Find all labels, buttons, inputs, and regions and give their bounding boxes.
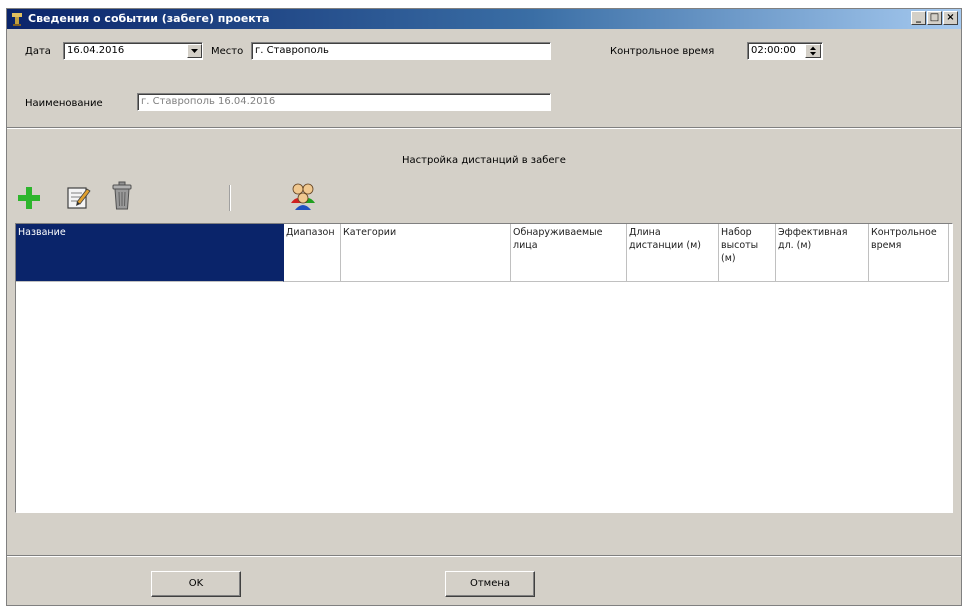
column-header-range[interactable]: Диапазон (284, 224, 341, 282)
column-header-control-time[interactable]: Контрольное время (869, 224, 949, 282)
event-details-window: Сведения о событии (забеге) проекта _ □ … (6, 8, 962, 606)
control-time-spinner[interactable] (805, 44, 821, 58)
toolbar-separator (229, 185, 231, 211)
participants-icon[interactable] (289, 181, 317, 211)
column-header-categories[interactable]: Категории (341, 224, 511, 282)
chevron-down-icon (191, 49, 198, 53)
maximize-button[interactable]: □ (927, 11, 942, 25)
place-input[interactable]: г. Ставрополь (251, 42, 551, 60)
column-header-elevation-gain[interactable]: Набор высоты (м) (719, 224, 776, 282)
bottom-divider (7, 555, 961, 557)
app-icon (12, 13, 22, 26)
column-header-distance-length[interactable]: Длина дистанции (м) (627, 224, 719, 282)
spinner-arrows-icon (810, 46, 816, 56)
distances-grid[interactable]: Название Диапазон Категории Обнаруживаем… (15, 223, 953, 513)
date-dropdown-button[interactable] (187, 44, 202, 58)
divider (7, 127, 961, 129)
column-header-name[interactable]: Название (16, 224, 284, 282)
control-time-value: 02:00:00 (751, 45, 796, 56)
window-title: Сведения о событии (забеге) проекта (28, 12, 270, 25)
date-label: Дата (25, 46, 51, 57)
column-header-detected-persons[interactable]: Обнаруживаемые лица (511, 224, 627, 282)
column-header-effective-length[interactable]: Эффективная дл. (м) (776, 224, 869, 282)
place-label: Место (211, 46, 244, 57)
add-icon[interactable] (16, 185, 42, 211)
section-title: Настройка дистанций в забеге (402, 155, 566, 166)
control-time-label: Контрольное время (610, 46, 715, 57)
edit-icon[interactable] (65, 183, 91, 211)
ok-button[interactable]: OK (151, 571, 241, 597)
date-value: 16.04.2016 (67, 45, 125, 56)
name-label: Наименование (25, 98, 103, 109)
close-button[interactable]: × (943, 11, 958, 25)
name-input: г. Ставрополь 16.04.2016 (137, 93, 551, 111)
cancel-button[interactable]: Отмена (445, 571, 535, 597)
date-field[interactable]: 16.04.2016 (63, 42, 203, 60)
delete-icon[interactable] (111, 181, 133, 211)
title-bar[interactable]: Сведения о событии (забеге) проекта _ □ … (7, 9, 961, 29)
minimize-button[interactable]: _ (911, 11, 926, 25)
